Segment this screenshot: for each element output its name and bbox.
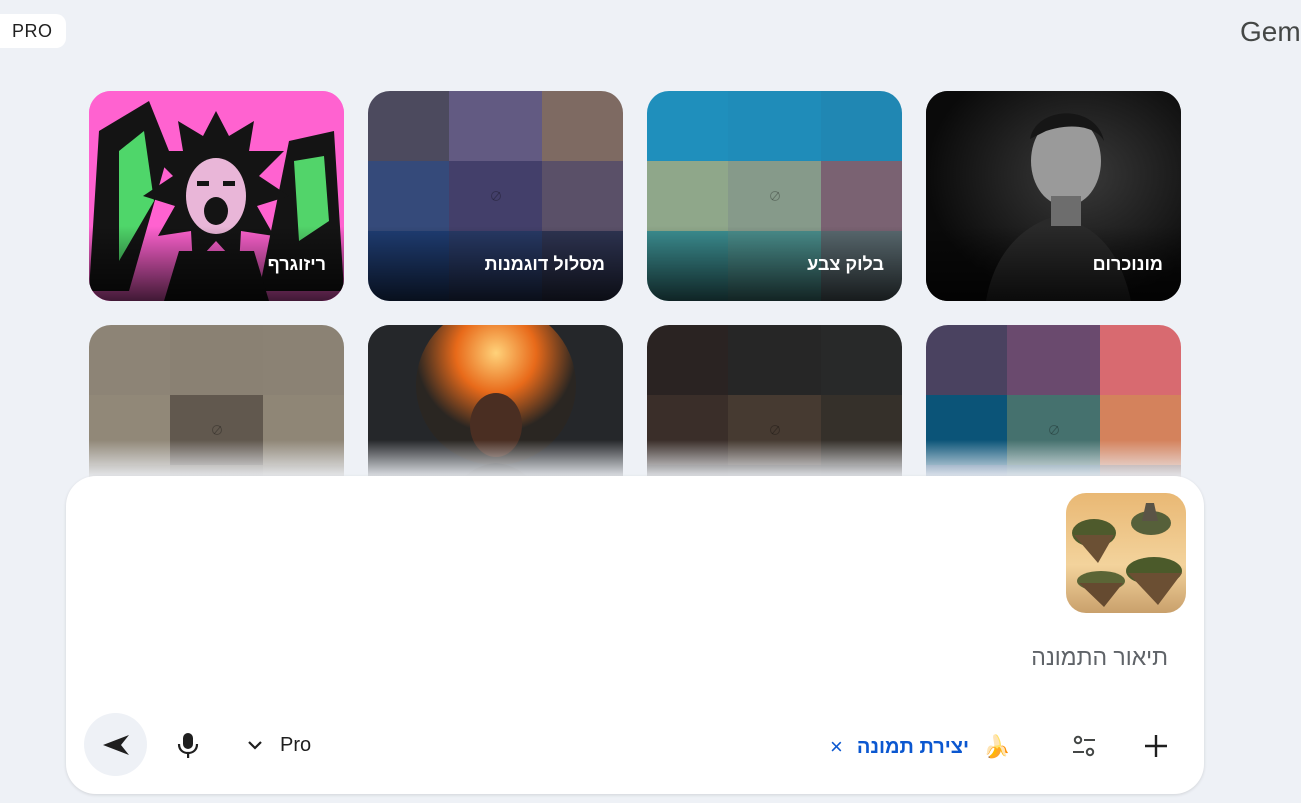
- model-label: Pro: [280, 733, 312, 756]
- blocked-image-icon: [211, 425, 222, 435]
- banana-icon: 🍌: [983, 734, 1011, 759]
- blocked-image-icon: [1048, 425, 1059, 435]
- blocked-image-icon: [769, 425, 780, 435]
- style-card-label: מסלול דוגמנות: [484, 254, 605, 274]
- app-title: Gemini: [1240, 16, 1301, 47]
- style-card-runway[interactable]: מסלול דוגמנות: [368, 91, 623, 301]
- style-card-monochrome[interactable]: מונוכרום: [926, 91, 1181, 301]
- style-card-color-block[interactable]: בלוק צבע: [647, 91, 902, 301]
- floating-islands-image: [1066, 493, 1186, 613]
- send-icon: [102, 734, 129, 755]
- chevron-down-icon: [248, 741, 262, 750]
- style-card-label: בלוק צבע: [807, 254, 884, 274]
- mic-icon: [177, 733, 199, 758]
- blocked-image-icon: [490, 191, 501, 201]
- plan-badge[interactable]: PRO: [0, 14, 66, 48]
- add-button[interactable]: [1142, 732, 1170, 760]
- attached-image-thumbnail[interactable]: [1066, 493, 1186, 613]
- prompt-input[interactable]: תיאור התמונה: [1031, 644, 1168, 671]
- image-generation-chip[interactable]: × יצירת תמונה 🍌: [830, 732, 1010, 762]
- blocked-image-icon: [769, 191, 780, 201]
- plus-icon: [1145, 735, 1167, 757]
- close-icon[interactable]: ×: [830, 734, 843, 760]
- style-card-label: ריזוגרף: [267, 254, 326, 274]
- prompt-composer: תיאור התמונה Pro × יצירת תמונה 🍌: [66, 476, 1204, 794]
- send-button[interactable]: [84, 713, 147, 776]
- tools-button[interactable]: [1070, 732, 1098, 760]
- style-card-risograph[interactable]: ריזוגרף: [89, 91, 344, 301]
- model-selector[interactable]: Pro: [246, 731, 311, 759]
- microphone-button[interactable]: [176, 731, 200, 759]
- gallery-fade: [0, 440, 1301, 480]
- chip-label: יצירת תמונה: [856, 735, 969, 758]
- tools-icon: [1073, 735, 1095, 757]
- style-card-label: מונוכרום: [1092, 254, 1163, 274]
